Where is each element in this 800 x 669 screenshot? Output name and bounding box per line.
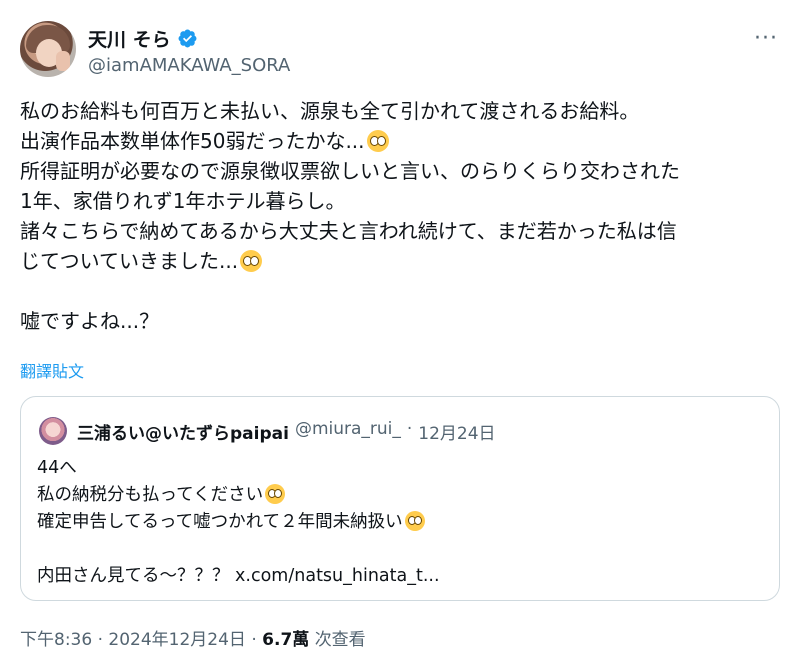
quoted-line: 確定申告してるって嘘つかれて２年間未納扱い (37, 509, 440, 536)
quoted-body: 44へ 私の納税分も払ってください 確定申告してるって嘘つかれて２年間未納扱い … (37, 455, 440, 590)
tweet-line: 出演作品本数単体作50弱だったかな... (20, 126, 790, 156)
tweet-line: 所得証明が必要なので源泉徴収票欲しいと言い、のらりくらり交わされた (20, 159, 680, 183)
author-handle[interactable]: @iamAMAKAWA_SORA (88, 55, 290, 76)
author-name-row[interactable]: 天川 そら (88, 25, 198, 52)
quoted-date[interactable]: 12月24日 (418, 419, 495, 444)
tweet-line: 諸々こちらで納めてあるから大丈夫と言われ続けて、まだ若かった私は信 (20, 219, 677, 243)
views-label: 次查看 (314, 630, 366, 650)
footer-separator: · (251, 630, 257, 650)
post-date[interactable]: 2024年12月24日 (108, 630, 246, 650)
footer-separator: · (97, 630, 103, 650)
quoted-tweet[interactable]: 三浦るい@いたずらpaipai @miura_rui_ · 12月24日 44へ… (20, 396, 780, 601)
post-time[interactable]: 下午8:36 (20, 630, 92, 650)
quoted-header: 三浦るい@いたずらpaipai @miura_rui_ · 12月24日 (77, 419, 496, 444)
quoted-author-avatar[interactable] (39, 417, 67, 445)
tweet-line: じてついていきました... (20, 246, 790, 276)
quoted-line: 内田さん見てる〜？？？ x.com/natsu_hinata_t... (37, 566, 440, 586)
quoted-author-handle[interactable]: @miura_rui_ (295, 419, 401, 444)
tweet-line: 嘘ですよね...？ (20, 309, 160, 333)
pleading-face-emoji (366, 130, 389, 152)
tweet-line: 私のお給料も何百万と未払い、源泉も全て引かれて渡されるお給料。 (20, 99, 640, 123)
pleading-face-emoji (404, 511, 425, 531)
quoted-line: 私の納税分も払ってください (37, 482, 440, 509)
views-count: 6.7萬 (262, 630, 310, 650)
verified-badge-icon (178, 29, 197, 48)
quoted-author-name[interactable]: 三浦るい@いたずらpaipai (77, 419, 289, 444)
tweet-footer: 下午8:36 · 2024年12月24日 · 6.7萬 次查看 (20, 625, 366, 650)
pleading-face-emoji (240, 250, 263, 272)
author-avatar[interactable] (20, 21, 76, 77)
quoted-separator: · (406, 419, 413, 439)
tweet-body: 私のお給料も何百万と未払い、源泉も全て引かれて渡されるお給料。 出演作品本数単体… (20, 96, 790, 336)
author-name[interactable]: 天川 そら (88, 25, 171, 52)
avatar-hand (56, 51, 70, 71)
quoted-line: 44へ (37, 458, 77, 478)
translate-post-link[interactable]: 翻譯貼文 (20, 358, 84, 382)
more-icon[interactable]: ··· (754, 26, 778, 51)
tweet-line: 1年、家借りれず1年ホテル暮らし。 (20, 189, 346, 213)
pleading-face-emoji (265, 484, 286, 504)
